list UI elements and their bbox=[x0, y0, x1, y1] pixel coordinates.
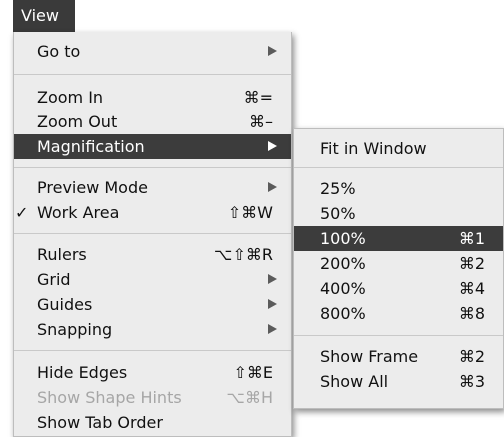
menu-item-rulers[interactable]: Rulers ⌥⇧⌘R bbox=[14, 242, 291, 267]
menu-item-zoom-25[interactable]: 25% bbox=[294, 176, 503, 201]
submenu-arrow-icon bbox=[268, 324, 277, 334]
view-menu-title[interactable]: View bbox=[13, 0, 75, 32]
menu-item-label: Show All bbox=[320, 372, 389, 391]
menu-item-shortcut: ⌘3 bbox=[458, 372, 485, 391]
menu-item-label: Show Shape Hints bbox=[37, 388, 182, 407]
magnification-submenu: Fit in Window 25% 50% 100% ⌘1 200% ⌘2 40… bbox=[293, 128, 504, 409]
submenu-arrow-icon bbox=[268, 182, 277, 192]
menu-item-shortcut: ⌥⌘H bbox=[226, 388, 273, 407]
menu-item-shortcut: ⌘1 bbox=[458, 229, 485, 248]
menu-item-label: Magnification bbox=[37, 137, 145, 156]
menu-item-label: 200% bbox=[320, 254, 366, 273]
menu-item-shortcut: ⌘= bbox=[243, 88, 273, 107]
menu-item-show-shape-hints: Show Shape Hints ⌥⌘H bbox=[14, 385, 291, 410]
menu-item-shortcut: ⇧⌘W bbox=[227, 203, 273, 222]
menu-item-work-area[interactable]: ✓ Work Area ⇧⌘W bbox=[14, 200, 291, 225]
menu-separator bbox=[294, 335, 503, 336]
menu-item-label: Hide Edges bbox=[37, 363, 128, 382]
menu-item-label: Zoom Out bbox=[37, 112, 118, 131]
menu-item-label: Grid bbox=[37, 270, 71, 289]
menu-item-label: 800% bbox=[320, 304, 366, 323]
menu-item-zoom-50[interactable]: 50% bbox=[294, 201, 503, 226]
menu-item-label: Zoom In bbox=[37, 88, 104, 107]
view-menu: Go to Zoom In ⌘= Zoom Out ⌘– Magnificati… bbox=[13, 32, 292, 437]
menu-item-fit-in-window[interactable]: Fit in Window bbox=[294, 136, 503, 161]
submenu-arrow-icon bbox=[268, 46, 277, 56]
menu-item-label: 50% bbox=[320, 204, 356, 223]
menu-item-label: Go to bbox=[37, 42, 81, 61]
submenu-arrow-icon bbox=[268, 274, 277, 284]
menu-item-label: Rulers bbox=[37, 245, 87, 264]
menu-item-zoom-100[interactable]: 100% ⌘1 bbox=[294, 226, 503, 251]
menu-separator bbox=[14, 350, 291, 351]
menu-item-shortcut: ⇧⌘E bbox=[233, 363, 273, 382]
menu-item-label: Guides bbox=[37, 295, 93, 314]
checkmark-icon: ✓ bbox=[15, 203, 29, 222]
menu-item-shortcut: ⌘2 bbox=[458, 347, 485, 366]
menu-item-hide-edges[interactable]: Hide Edges ⇧⌘E bbox=[14, 360, 291, 385]
menu-separator bbox=[14, 233, 291, 234]
menu-item-show-all[interactable]: Show All ⌘3 bbox=[294, 369, 503, 394]
submenu-arrow-icon bbox=[268, 141, 277, 151]
menu-separator bbox=[14, 74, 291, 75]
menu-item-zoom-200[interactable]: 200% ⌘2 bbox=[294, 251, 503, 276]
menu-item-shortcut: ⌘4 bbox=[458, 279, 485, 298]
menu-item-label: 100% bbox=[320, 229, 366, 248]
menu-separator bbox=[14, 167, 291, 168]
menu-item-label: 25% bbox=[320, 179, 356, 198]
menu-item-label: 400% bbox=[320, 279, 366, 298]
menu-item-preview-mode[interactable]: Preview Mode bbox=[14, 175, 291, 200]
menu-item-show-frame[interactable]: Show Frame ⌘2 bbox=[294, 344, 503, 369]
menu-item-label: Snapping bbox=[37, 320, 113, 339]
menu-item-magnification[interactable]: Magnification bbox=[14, 134, 291, 159]
menu-item-shortcut: ⌘– bbox=[249, 112, 273, 131]
menu-item-zoom-in[interactable]: Zoom In ⌘= bbox=[14, 85, 291, 110]
menu-item-show-tab-order[interactable]: Show Tab Order bbox=[14, 410, 291, 435]
menu-item-snapping[interactable]: Snapping bbox=[14, 317, 291, 342]
menu-item-shortcut: ⌥⇧⌘R bbox=[214, 245, 273, 264]
menu-item-go-to[interactable]: Go to bbox=[14, 39, 291, 64]
menu-item-label: Preview Mode bbox=[37, 178, 148, 197]
menu-item-label: Show Frame bbox=[320, 347, 419, 366]
menu-item-guides[interactable]: Guides bbox=[14, 292, 291, 317]
menu-item-zoom-800[interactable]: 800% ⌘8 bbox=[294, 301, 503, 326]
menu-item-zoom-400[interactable]: 400% ⌘4 bbox=[294, 276, 503, 301]
menu-item-label: Show Tab Order bbox=[37, 413, 163, 432]
menu-item-shortcut: ⌘8 bbox=[458, 304, 485, 323]
menu-item-label: Work Area bbox=[37, 203, 120, 222]
menu-item-grid[interactable]: Grid bbox=[14, 267, 291, 292]
submenu-arrow-icon bbox=[268, 299, 277, 309]
menu-item-label: Fit in Window bbox=[320, 139, 427, 158]
menu-separator bbox=[294, 167, 503, 168]
menu-item-shortcut: ⌘2 bbox=[458, 254, 485, 273]
menu-item-zoom-out[interactable]: Zoom Out ⌘– bbox=[14, 109, 291, 134]
